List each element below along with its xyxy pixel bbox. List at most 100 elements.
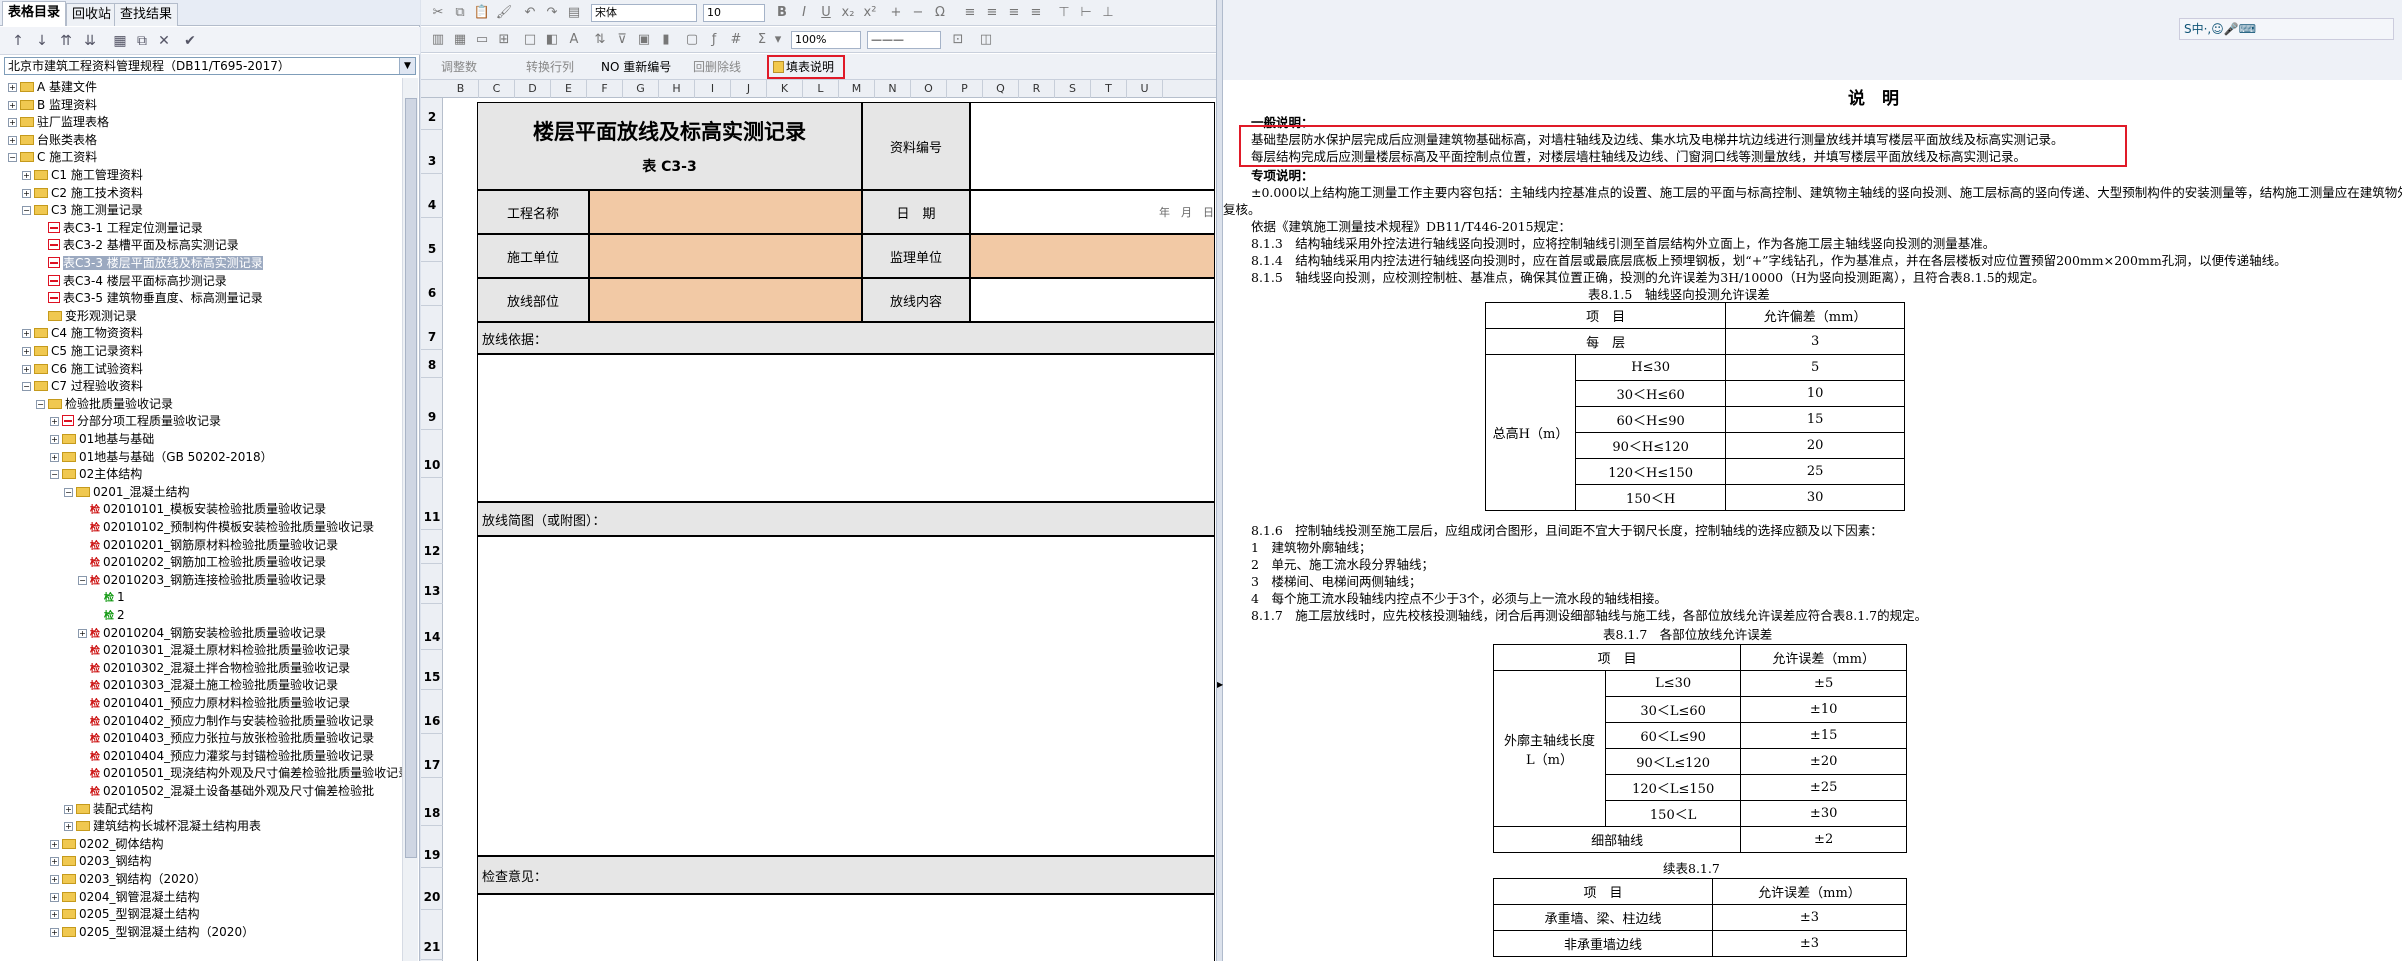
undo-icon[interactable]: ↶ <box>521 4 539 22</box>
tree-item[interactable]: 检 02010501_现浇结构外观及尺寸偏差检验批质量验收记录 <box>78 764 402 782</box>
calc-icon[interactable]: # <box>727 31 745 49</box>
paste-icon[interactable]: 📋 <box>473 4 491 22</box>
image-icon[interactable]: ▣ <box>635 31 653 49</box>
copy-icon[interactable]: ⧉ <box>451 4 469 22</box>
strike-delete-button[interactable]: 回删除线 <box>693 58 741 76</box>
subscript-icon[interactable]: x₂ <box>839 4 857 22</box>
merge-cells-icon[interactable]: ⊞ <box>495 31 513 49</box>
expand-icon[interactable]: + <box>22 188 31 198</box>
tree-item[interactable]: + B 监理资料 <box>8 96 97 114</box>
row-label[interactable]: 13 <box>421 584 443 604</box>
move-top-icon[interactable]: ⇈ <box>56 31 76 51</box>
redo-icon[interactable]: ↷ <box>543 4 561 22</box>
tree-scroll-thumb[interactable] <box>405 98 417 858</box>
tree-item[interactable]: +0205_型钢混凝土结构 <box>50 905 200 923</box>
row-label[interactable]: 9 <box>421 410 443 430</box>
inspect-input[interactable] <box>477 894 1215 961</box>
expand-icon[interactable]: + <box>22 347 31 356</box>
tree-item[interactable]: + 驻厂监理表格 <box>8 113 109 131</box>
column-label[interactable]: S <box>1055 80 1091 98</box>
column-label[interactable]: C <box>479 80 515 98</box>
tree-item[interactable]: 检2 <box>92 606 125 624</box>
tree-item[interactable]: + 检 02010204_钢筋安装检验批质量验收记录 <box>78 624 326 642</box>
row-label[interactable]: 2 <box>421 110 443 130</box>
collapse-icon[interactable]: − <box>8 153 17 163</box>
top-align-icon[interactable]: ⊤ <box>1055 4 1073 22</box>
column-label[interactable]: N <box>875 80 911 98</box>
cut-icon[interactable]: ✂ <box>429 4 447 22</box>
tree-item[interactable]: − 02主体结构 <box>50 465 142 483</box>
sketch-input[interactable] <box>477 536 1215 856</box>
delete-row-icon[interactable]: ▭ <box>473 31 491 49</box>
justify-icon[interactable]: ≡ <box>1027 4 1045 22</box>
delete-table-icon[interactable]: ✕ <box>154 31 174 51</box>
chart-icon[interactable]: ▮ <box>657 31 675 49</box>
underline-icon[interactable]: U <box>817 4 835 22</box>
tree-item[interactable]: − C3 施工测量记录 <box>22 201 143 219</box>
tree-item[interactable]: + C2 施工技术资料 <box>22 184 143 202</box>
column-label[interactable]: E <box>551 80 587 98</box>
tree-item[interactable]: + 装配式结构 <box>64 800 153 818</box>
collapse-icon[interactable]: − <box>64 487 73 497</box>
tree-item[interactable]: + C5 施工记录资料 <box>22 342 143 360</box>
super-input[interactable] <box>970 234 1215 278</box>
border-style-icon[interactable]: ⊡ <box>949 31 967 49</box>
column-label[interactable]: D <box>515 80 551 98</box>
tree-item[interactable]: + C6 施工试验资料 <box>22 360 143 378</box>
tree-item[interactable]: − 检 02010203_钢筋连接检验批质量验收记录 <box>78 571 326 589</box>
collapse-icon[interactable]: − <box>78 575 87 585</box>
expand-icon[interactable]: + <box>50 839 59 849</box>
expand-icon[interactable]: + <box>8 135 17 145</box>
formula-icon[interactable]: ƒ <box>705 31 723 49</box>
move-up-icon[interactable]: ↑ <box>8 31 28 51</box>
tree-item[interactable]: +0202_砌体结构 <box>50 835 164 853</box>
renumber-button[interactable]: NO 重新编号 <box>601 58 671 76</box>
expand-icon[interactable]: + <box>8 118 17 128</box>
zoom-out-icon[interactable]: − <box>909 4 927 22</box>
collapse-icon[interactable]: − <box>22 206 31 216</box>
docno-input[interactable] <box>970 102 1215 190</box>
column-label[interactable]: T <box>1091 80 1127 98</box>
column-label[interactable]: O <box>911 80 947 98</box>
row-label[interactable]: 18 <box>421 806 443 826</box>
chevron-down-icon[interactable]: ▼ <box>399 58 415 74</box>
tree-item[interactable]: 表C3-2 基槽平面及标高实测记录 <box>36 236 239 254</box>
expand-icon[interactable]: + <box>50 857 59 867</box>
tree-item[interactable]: + 建筑结构长城杯混凝土结构用表 <box>64 817 261 835</box>
tree-item[interactable]: 检 02010303_混凝土施工检验批质量验收记录 <box>78 676 338 694</box>
add-table-icon[interactable]: ▦ <box>110 31 130 51</box>
font-color-icon[interactable]: A <box>565 31 583 49</box>
line-style-select[interactable]: ——— <box>867 31 941 49</box>
zoom-select[interactable]: 100% <box>791 31 861 49</box>
row-label[interactable]: 11 <box>421 510 443 530</box>
tree-item[interactable]: − 0201_混凝土结构 <box>64 483 190 501</box>
fill-guide-button[interactable]: 填表说明 <box>773 58 834 76</box>
standard-select[interactable]: 北京市建筑工程资料管理规程（DB11/T695-2017） ▼ <box>4 57 416 75</box>
row-label[interactable]: 16 <box>421 714 443 734</box>
expand-icon[interactable]: + <box>8 100 17 110</box>
check-icon[interactable]: ✔ <box>180 31 200 51</box>
tree-item[interactable]: 检 02010201_钢筋原材料检验批质量验收记录 <box>78 536 338 554</box>
column-label[interactable]: B <box>443 80 479 98</box>
tree-item[interactable]: 表C3-1 工程定位测量记录 <box>36 219 203 237</box>
collapse-icon[interactable]: − <box>22 382 31 392</box>
column-label[interactable]: Q <box>983 80 1019 98</box>
sum-dropdown-icon[interactable]: ▾ <box>769 31 787 49</box>
expand-icon[interactable]: + <box>64 822 73 832</box>
expand-icon[interactable]: + <box>22 171 31 180</box>
align-left-icon[interactable]: ≡ <box>961 4 979 22</box>
project-input[interactable] <box>589 190 862 234</box>
column-label[interactable]: J <box>731 80 767 98</box>
expand-icon[interactable]: + <box>22 329 31 339</box>
expand-icon[interactable]: + <box>50 892 59 902</box>
expand-icon[interactable]: + <box>50 910 59 920</box>
expand-icon[interactable]: + <box>50 927 59 937</box>
column-label[interactable]: H <box>659 80 695 98</box>
superscript-icon[interactable]: x² <box>861 4 879 22</box>
text-box-icon[interactable]: ▢ <box>683 31 701 49</box>
border-color-icon[interactable]: ◫ <box>977 31 995 49</box>
tree-item[interactable]: 检 02010404_预应力灌浆与封锚检验批质量验收记录 <box>78 747 374 765</box>
row-label[interactable]: 6 <box>421 286 443 306</box>
bold-icon[interactable]: B <box>773 4 791 22</box>
border-icon[interactable]: □ <box>521 31 539 49</box>
